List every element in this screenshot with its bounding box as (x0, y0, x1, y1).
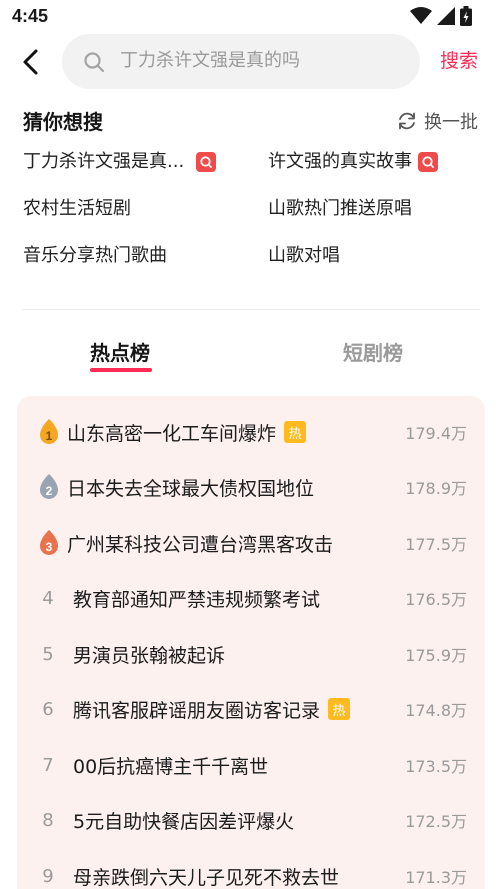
refresh-icon (399, 112, 415, 130)
battery-icon (460, 6, 472, 26)
hot-list-row[interactable]: 6 腾讯客服辟谣朋友圈访客记录 热 174.8万 (17, 681, 485, 737)
hot-list-count: 178.9万 (405, 479, 467, 498)
hot-list-row[interactable]: 1 山东高密一化工车间爆炸 热 179.4万 (17, 404, 485, 460)
hot-list-row[interactable]: 8 5元自助快餐店因差评爆火 172.5万 (17, 792, 485, 848)
guess-item[interactable]: 山歌热门推送原唱 (268, 196, 412, 222)
guess-item[interactable]: 山歌对唱 (268, 243, 340, 269)
hot-list-count: 175.9万 (405, 646, 467, 665)
status-time: 4:45 (12, 6, 49, 26)
svg-text:1: 1 (46, 429, 53, 443)
svg-text:3: 3 (46, 540, 53, 554)
hot-list-row[interactable]: 2 日本失去全球最大债权国地位 178.9万 (17, 459, 485, 515)
hot-list-card: 1 山东高密一化工车间爆炸 热 179.4万 2 日本失去全球最大债权国地位 1… (17, 396, 485, 889)
tab-short-drama-list[interactable]: 短剧榜 (343, 339, 403, 367)
hot-list-row[interactable]: 7 00后抗癌博主千千离世 173.5万 (17, 737, 485, 793)
hot-list-count: 173.5万 (405, 757, 467, 776)
search-box[interactable]: 丁力杀许文强是真的吗 (62, 34, 420, 89)
search-button[interactable]: 搜索 (440, 48, 478, 74)
hot-list-title: 00后抗癌博主千千离世 (73, 755, 269, 778)
tab-hot-list[interactable]: 热点榜 (90, 339, 150, 367)
guess-item[interactable]: 许文强的真实故事 (268, 149, 438, 175)
hot-list-count: 172.5万 (405, 812, 467, 831)
rank-number: 7 (42, 754, 54, 776)
rank-bronze-icon: 3 (40, 530, 58, 555)
hot-list-title: 广州某科技公司遭台湾黑客攻击 (67, 533, 334, 556)
back-arrow-icon[interactable] (16, 46, 48, 78)
rank-silver-icon: 2 (40, 474, 58, 499)
refresh-button[interactable]: 换一批 (396, 108, 478, 134)
svg-text:2: 2 (46, 484, 53, 498)
hot-list-row[interactable]: 5 男演员张翰被起诉 175.9万 (17, 626, 485, 682)
hot-list-title: 腾讯客服辟谣朋友圈访客记录 热 (73, 696, 351, 723)
rank-gold-icon: 1 (40, 419, 58, 444)
hot-list-row[interactable]: 9 母亲跌倒六天儿子见死不救去世 171.3万 (17, 848, 485, 889)
rank-number: 8 (42, 809, 54, 831)
search-input[interactable]: 丁力杀许文强是真的吗 (120, 48, 300, 74)
hot-list-title: 母亲跌倒六天儿子见死不救去世 (73, 866, 340, 889)
search-icon (84, 52, 105, 73)
hot-tag: 热 (284, 421, 307, 443)
refresh-label: 换一批 (424, 112, 478, 133)
hot-list-title: 教育部通知严禁违规频繁考试 (73, 588, 321, 611)
guess-item[interactable]: 丁力杀许文强是真... (23, 149, 217, 175)
hot-list-count: 177.5万 (405, 535, 467, 554)
guess-item[interactable]: 农村生活短剧 (23, 196, 131, 222)
hot-list-count: 171.3万 (405, 868, 467, 887)
hot-list-count: 179.4万 (405, 424, 467, 443)
rank-number: 6 (42, 698, 54, 720)
guess-item-label: 农村生活短剧 (23, 198, 131, 219)
hot-list-row[interactable]: 4 教育部通知严禁违规频繁考试 176.5万 (17, 570, 485, 626)
hot-list-title: 山东高密一化工车间爆炸 热 (67, 419, 307, 446)
rank-number: 9 (42, 865, 54, 887)
search-badge-icon (196, 152, 217, 172)
hot-list-count: 174.8万 (405, 701, 467, 720)
divider (22, 309, 480, 310)
status-bar: 4:45 (0, 0, 500, 34)
hot-list-count: 176.5万 (405, 590, 467, 609)
hot-list-title-text: 腾讯客服辟谣朋友圈访客记录 (73, 699, 321, 722)
signal-icon (437, 7, 455, 25)
guess-item-label: 许文强的真实故事 (268, 151, 412, 172)
hot-list-title: 5元自助快餐店因差评爆火 (73, 810, 295, 833)
guess-title: 猜你想搜 (23, 110, 103, 134)
hot-list-title-text: 山东高密一化工车间爆炸 (67, 422, 277, 445)
guess-item[interactable]: 音乐分享热门歌曲 (23, 243, 167, 269)
guess-item-label: 丁力杀许文强是真... (23, 151, 185, 172)
guess-item-label: 山歌热门推送原唱 (268, 198, 412, 219)
hot-list-title: 男演员张翰被起诉 (73, 644, 226, 667)
search-badge-icon (418, 152, 438, 172)
guess-item-label: 音乐分享热门歌曲 (23, 245, 167, 266)
status-icons (410, 6, 472, 26)
wifi-icon (410, 7, 432, 24)
rank-number: 4 (42, 587, 54, 609)
tab-active-indicator (90, 368, 152, 372)
hot-list-row[interactable]: 3 广州某科技公司遭台湾黑客攻击 177.5万 (17, 515, 485, 571)
hot-tag: 热 (328, 698, 351, 720)
hot-list-title: 日本失去全球最大债权国地位 (67, 477, 315, 500)
rank-number: 5 (42, 643, 54, 665)
search-header: 丁力杀许文强是真的吗 搜索 (0, 34, 500, 90)
guess-item-label: 山歌对唱 (268, 245, 340, 266)
